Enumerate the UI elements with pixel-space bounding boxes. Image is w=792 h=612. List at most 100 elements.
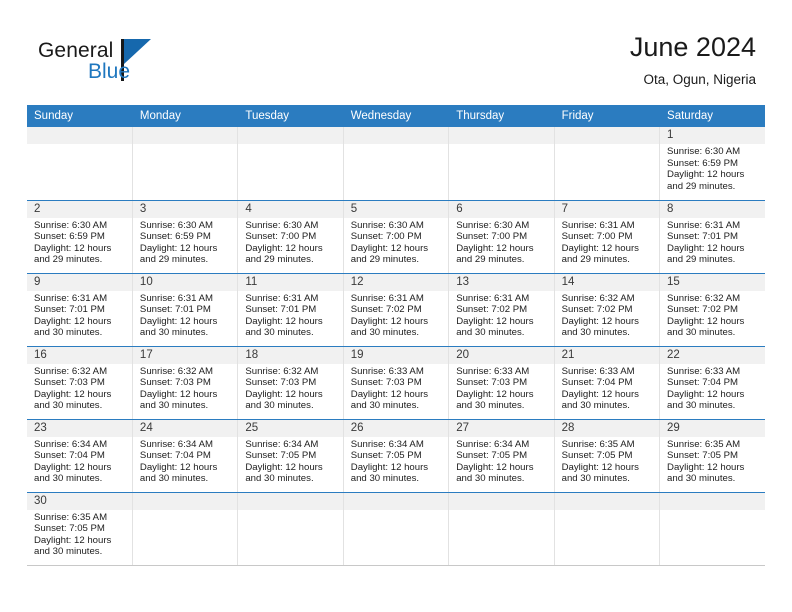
day-info-line: Sunrise: 6:30 AM [34,219,108,231]
day-info-line: Daylight: 12 hours [456,461,534,473]
day-info-line: Sunrise: 6:33 AM [350,365,424,377]
day-info-line: Daylight: 12 hours [245,315,323,327]
calendar-empty-cell [343,492,450,566]
calendar-body: 1 Sunrise: 6:30 AM Sunset: 6:59 PM Daylight… [27,127,765,566]
day-number: 1 [660,127,765,144]
day-info: Sunrise: 6:30 AM Sunset: 7:00 PM Daylight:… [238,218,342,266]
calendar-day-cell[interactable]: 4 Sunrise: 6:30 AM Sunset: 7:00 PM Daylight… [237,200,344,274]
day-info-line: and 30 minutes. [456,473,525,485]
page-title: June 2024 [629,32,756,62]
calendar-empty-cell [659,492,765,566]
calendar-empty-cell [343,127,450,201]
day-info-line: Daylight: 12 hours [667,388,745,400]
calendar-day-cell[interactable]: 30 Sunrise: 6:35 AM Sunset: 7:05 PM Dayligh… [27,492,133,566]
day-info-line: Sunrise: 6:33 AM [456,365,530,377]
day-info-line: Sunset: 7:02 PM [456,304,528,316]
day-info-line: and 30 minutes. [350,473,420,485]
day-info-line: and 30 minutes. [139,473,209,485]
day-info-line: Daylight: 12 hours [139,388,218,400]
calendar-day-cell[interactable]: 18 Sunrise: 6:32 AM Sunset: 7:03 PM Dayligh… [237,346,344,420]
day-info-line: Sunset: 7:05 PM [456,450,528,462]
day-info-line: and 30 minutes. [350,327,420,339]
calendar-day-cell[interactable]: 8 Sunrise: 6:31 AM Sunset: 7:01 PM Daylight… [659,200,765,274]
day-number: 4 [238,200,343,218]
calendar-day-cell[interactable]: 13 Sunrise: 6:31 AM Sunset: 7:02 PM Dayligh… [448,273,555,347]
calendar-day-cell[interactable]: 9 Sunrise: 6:31 AM Sunset: 7:01 PM Daylight… [27,273,133,347]
calendar-week-row: 1 Sunrise: 6:30 AM Sunset: 6:59 PM Daylight… [27,127,765,201]
calendar-day-cell[interactable]: 14 Sunrise: 6:32 AM Sunset: 7:02 PM Dayligh… [554,273,661,347]
day-number [449,492,554,510]
day-info: Sunrise: 6:34 AM Sunset: 7:05 PM Daylight:… [449,437,553,485]
calendar-day-cell[interactable]: 12 Sunrise: 6:31 AM Sunset: 7:02 PM Dayligh… [343,273,450,347]
day-info: Sunrise: 6:30 AM Sunset: 7:00 PM Daylight:… [449,218,553,266]
calendar-empty-cell [27,127,133,201]
day-info-line: Sunset: 7:04 PM [667,377,738,389]
calendar-day-cell[interactable]: 23 Sunrise: 6:34 AM Sunset: 7:04 PM Dayligh… [27,419,133,493]
day-info-line: Sunset: 7:04 PM [561,377,633,389]
calendar-day-cell[interactable]: 21 Sunrise: 6:33 AM Sunset: 7:04 PM Dayligh… [554,346,661,420]
day-info-line: Daylight: 12 hours [350,461,429,473]
day-number [449,127,554,144]
calendar-day-cell[interactable]: 22 Sunrise: 6:33 AM Sunset: 7:04 PM Dayligh… [659,346,765,420]
day-number [132,127,238,144]
day-info: Sunrise: 6:35 AM Sunset: 7:05 PM Daylight:… [27,510,132,558]
day-info-line: and 29 minutes. [139,254,209,266]
calendar-day-cell[interactable]: 16 Sunrise: 6:32 AM Sunset: 7:03 PM Dayligh… [27,346,133,420]
general-blue-logo[interactable]: General Blue [38,38,218,88]
day-number: 8 [660,200,765,218]
day-info-line: Sunset: 7:03 PM [456,377,528,389]
day-info: Sunrise: 6:33 AM Sunset: 7:03 PM Daylight:… [344,364,448,412]
calendar-day-cell[interactable]: 20 Sunrise: 6:33 AM Sunset: 7:03 PM Dayligh… [448,346,555,420]
day-info-line: and 29 minutes. [34,254,103,266]
day-info: Sunrise: 6:34 AM Sunset: 7:05 PM Daylight:… [238,437,342,485]
day-info-line: Sunrise: 6:30 AM [667,146,741,157]
day-info-line: Sunrise: 6:30 AM [245,219,319,231]
calendar-day-cell[interactable]: 6 Sunrise: 6:30 AM Sunset: 7:00 PM Daylight… [448,200,555,274]
calendar-day-cell[interactable]: 1 Sunrise: 6:30 AM Sunset: 6:59 PM Daylight… [659,127,765,201]
weekday-header-thursday: Thursday [448,105,555,127]
calendar-page: General Blue June 2024 Ota, Ogun, Nigeri… [0,0,792,612]
calendar-day-cell[interactable]: 17 Sunrise: 6:32 AM Sunset: 7:03 PM Dayligh… [132,346,239,420]
location-subtitle: Ota, Ogun, Nigeria [643,72,756,87]
day-number [132,492,238,510]
day-info-line: and 29 minutes. [561,254,630,266]
calendar-day-cell[interactable]: 19 Sunrise: 6:33 AM Sunset: 7:03 PM Dayligh… [343,346,450,420]
day-info-line: Sunrise: 6:35 AM [667,438,741,450]
calendar-day-cell[interactable]: 26 Sunrise: 6:34 AM Sunset: 7:05 PM Dayligh… [343,419,450,493]
day-number: 26 [343,419,449,437]
day-info-line: Sunset: 7:05 PM [561,450,633,462]
day-info: Sunrise: 6:31 AM Sunset: 7:01 PM Daylight:… [27,291,132,339]
day-info-line: Sunrise: 6:33 AM [667,365,741,377]
day-info-line: and 30 minutes. [667,327,736,339]
calendar-week-row: 9 Sunrise: 6:31 AM Sunset: 7:01 PM Daylight… [27,273,765,347]
day-info-line: Daylight: 12 hours [245,388,323,400]
day-info-line: Sunrise: 6:32 AM [667,292,741,304]
day-info: Sunrise: 6:33 AM Sunset: 7:03 PM Daylight:… [449,364,553,412]
day-info-line: Daylight: 12 hours [34,534,112,546]
calendar-day-cell[interactable]: 3 Sunrise: 6:30 AM Sunset: 6:59 PM Daylight… [132,200,239,274]
day-number: 5 [343,200,449,218]
day-info-line: Sunset: 7:03 PM [245,377,317,389]
day-info-line: Sunset: 7:05 PM [34,523,105,535]
day-info: Sunrise: 6:32 AM Sunset: 7:02 PM Daylight:… [555,291,659,339]
calendar-day-cell[interactable]: 5 Sunrise: 6:30 AM Sunset: 7:00 PM Daylight… [343,200,450,274]
calendar-day-cell[interactable]: 2 Sunrise: 6:30 AM Sunset: 6:59 PM Daylight… [27,200,133,274]
day-info: Sunrise: 6:32 AM Sunset: 7:03 PM Daylight:… [27,364,132,412]
calendar-day-cell[interactable]: 15 Sunrise: 6:32 AM Sunset: 7:02 PM Dayligh… [659,273,765,347]
day-info-line: Sunrise: 6:31 AM [456,292,530,304]
calendar-day-cell[interactable]: 24 Sunrise: 6:34 AM Sunset: 7:04 PM Dayligh… [132,419,239,493]
calendar-day-cell[interactable]: 10 Sunrise: 6:31 AM Sunset: 7:01 PM Dayligh… [132,273,239,347]
day-info-line: Sunrise: 6:32 AM [139,365,213,377]
day-info-line: and 30 minutes. [245,400,314,412]
calendar-day-cell[interactable]: 27 Sunrise: 6:34 AM Sunset: 7:05 PM Dayligh… [448,419,555,493]
calendar-day-cell[interactable]: 7 Sunrise: 6:31 AM Sunset: 7:00 PM Daylight… [554,200,661,274]
day-number: 20 [449,346,554,364]
calendar-day-cell[interactable]: 11 Sunrise: 6:31 AM Sunset: 7:01 PM Dayligh… [237,273,344,347]
calendar-day-cell[interactable]: 25 Sunrise: 6:34 AM Sunset: 7:05 PM Dayligh… [237,419,344,493]
calendar-day-cell[interactable]: 29 Sunrise: 6:35 AM Sunset: 7:05 PM Dayligh… [659,419,765,493]
day-info: Sunrise: 6:31 AM Sunset: 7:02 PM Daylight:… [449,291,553,339]
day-info-line: Daylight: 12 hours [34,388,112,400]
calendar-day-cell[interactable]: 28 Sunrise: 6:35 AM Sunset: 7:05 PM Dayligh… [554,419,661,493]
day-info: Sunrise: 6:32 AM Sunset: 7:02 PM Daylight:… [660,291,765,339]
day-info-line: Daylight: 12 hours [456,315,534,327]
